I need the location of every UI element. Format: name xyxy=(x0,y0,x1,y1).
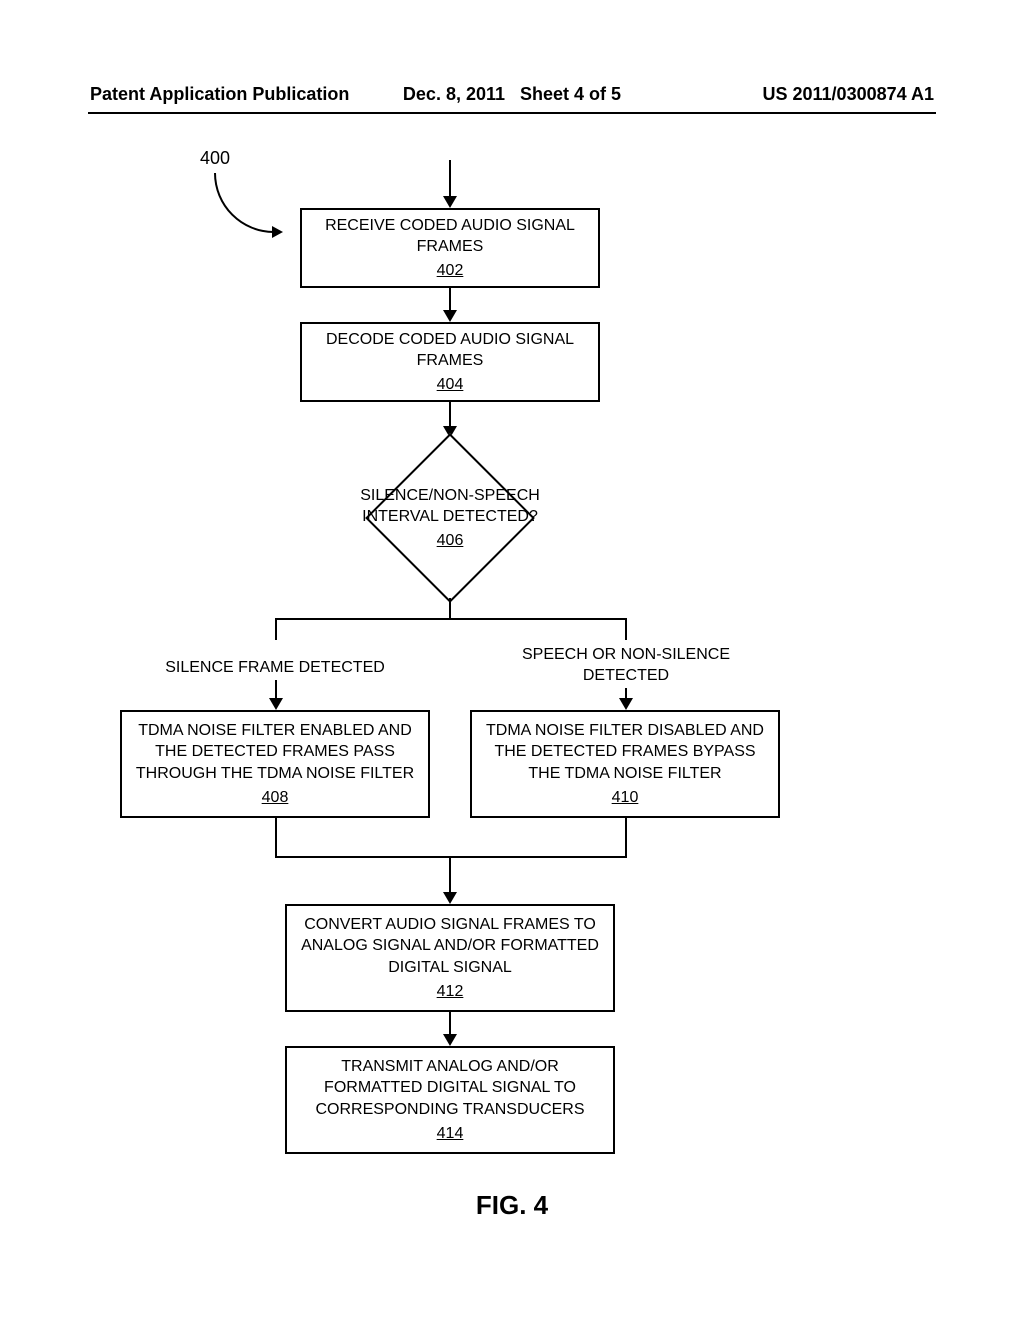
branch-label-silence: SILENCE FRAME DETECTED xyxy=(135,658,415,679)
flowchart: 400 RECEIVE CODED AUDIO SIGNAL FRAMES 40… xyxy=(0,140,1024,1240)
line-406-left-stub xyxy=(275,618,277,640)
branch-label-speech: SPEECH OR NON-SILENCE DETECTED xyxy=(500,645,752,687)
ref-pointer-curve xyxy=(214,173,274,233)
arrow-402-404-head xyxy=(443,310,457,322)
arrow-into-410-head xyxy=(619,698,633,710)
step-transmit-signal: TRANSMIT ANALOG AND/OR FORMATTED DIGITAL… xyxy=(285,1046,615,1154)
step-408-text: TDMA NOISE FILTER ENABLED AND THE DETECT… xyxy=(132,720,418,785)
line-406-split-h xyxy=(275,618,627,620)
step-convert-signal: CONVERT AUDIO SIGNAL FRAMES TO ANALOG SI… xyxy=(285,904,615,1012)
step-receive-frames: RECEIVE CODED AUDIO SIGNAL FRAMES 402 xyxy=(300,208,600,288)
step-408-num: 408 xyxy=(262,787,289,809)
arrow-into-412-line xyxy=(449,856,451,896)
decision-406-num: 406 xyxy=(437,530,464,552)
ref-pointer-head xyxy=(272,226,283,238)
step-410-text: TDMA NOISE FILTER DISABLED AND THE DETEC… xyxy=(482,720,768,785)
figure-caption: FIG. 4 xyxy=(0,1190,1024,1221)
arrow-412-414-head xyxy=(443,1034,457,1046)
step-404-num: 404 xyxy=(437,374,464,396)
step-filter-enabled: TDMA NOISE FILTER ENABLED AND THE DETECT… xyxy=(120,710,430,818)
header-left: Patent Application Publication xyxy=(90,84,371,105)
line-406-down xyxy=(449,598,451,620)
decision-silence-detected: SILENCE/NON-SPEECH INTERVAL DETECTED? 40… xyxy=(340,438,560,598)
step-414-text: TRANSMIT ANALOG AND/OR FORMATTED DIGITAL… xyxy=(297,1056,603,1121)
step-decode-frames: DECODE CODED AUDIO SIGNAL FRAMES 404 xyxy=(300,322,600,402)
line-merge-h xyxy=(275,856,627,858)
decision-406-text: SILENCE/NON-SPEECH INTERVAL DETECTED? xyxy=(340,485,560,528)
header-rule xyxy=(88,112,936,114)
arrow-into-402-head xyxy=(443,196,457,208)
line-408-down xyxy=(275,818,277,858)
page-header: Patent Application Publication Dec. 8, 2… xyxy=(0,84,1024,111)
step-412-text: CONVERT AUDIO SIGNAL FRAMES TO ANALOG SI… xyxy=(297,914,603,979)
header-pubnum: US 2011/0300874 A1 xyxy=(653,84,934,105)
header-date: Dec. 8, 2011 xyxy=(403,84,505,104)
arrow-into-408-head xyxy=(269,698,283,710)
step-410-num: 410 xyxy=(612,787,639,809)
step-402-num: 402 xyxy=(437,260,464,282)
step-414-num: 414 xyxy=(437,1123,464,1145)
arrow-into-412-head xyxy=(443,892,457,904)
step-412-num: 412 xyxy=(437,981,464,1003)
line-406-right-stub xyxy=(625,618,627,640)
arrow-into-402-line xyxy=(449,160,451,200)
step-402-text: RECEIVE CODED AUDIO SIGNAL FRAMES xyxy=(312,215,588,258)
header-sheet: Sheet 4 of 5 xyxy=(520,84,621,104)
line-410-down xyxy=(625,818,627,858)
header-mid: Dec. 8, 2011 Sheet 4 of 5 xyxy=(371,84,652,105)
diagram-ref-400: 400 xyxy=(200,148,230,169)
step-404-text: DECODE CODED AUDIO SIGNAL FRAMES xyxy=(312,329,588,372)
step-filter-disabled: TDMA NOISE FILTER DISABLED AND THE DETEC… xyxy=(470,710,780,818)
